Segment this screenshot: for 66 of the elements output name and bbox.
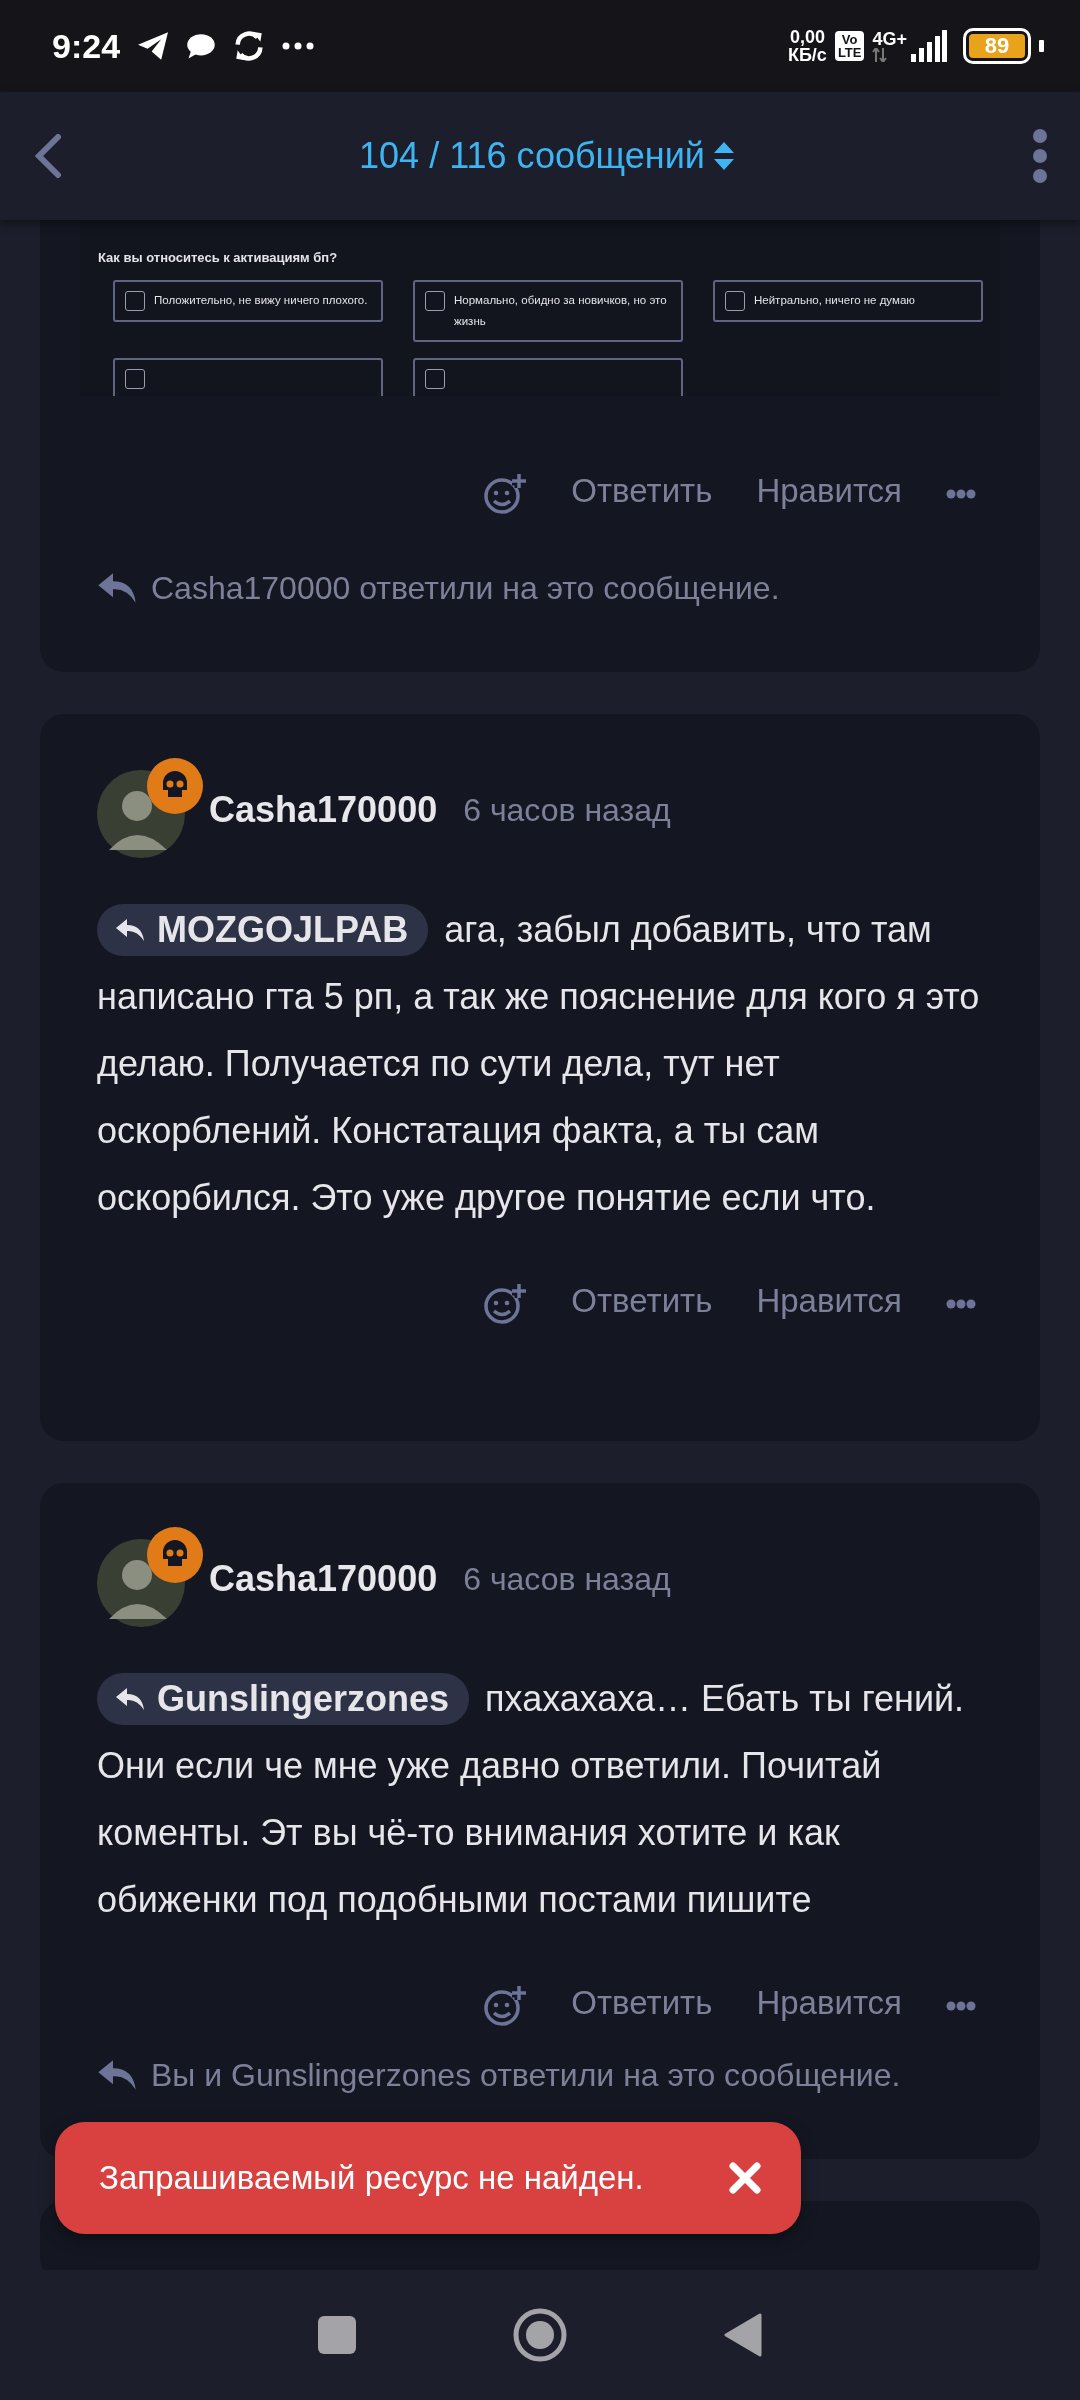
post-time: 6 часов назад [463,791,671,830]
more-dots-icon [946,488,976,499]
page-selector[interactable]: 104 / 116 сообщений [359,129,735,183]
clock-time: 9:24 [52,25,121,67]
poll-option[interactable]: Нейтрально, ничего не думаю [713,279,983,322]
more-dots-icon [946,1298,976,1309]
data-arrows-icon [872,48,889,62]
reply-button[interactable]: Ответить [567,1276,717,1326]
recents-square-icon[interactable] [318,2316,357,2354]
add-emoji-icon[interactable] [483,1983,528,2028]
sort-arrows-icon [712,141,735,171]
like-button[interactable]: Нравится [752,1978,906,2028]
speed-unit: КБ/с [787,46,827,64]
checkbox[interactable] [425,290,445,311]
like-button[interactable]: Нравится [752,466,906,516]
back-chevron-icon [34,134,62,178]
checkbox[interactable] [725,290,745,311]
reply-arrow-icon [97,2059,137,2091]
paper-plane-icon [136,31,171,61]
home-circle-icon[interactable] [513,2308,567,2362]
reply-arrow-icon [97,572,137,604]
quote-link[interactable]: MOZGOJLPAB [97,904,429,956]
skull-badge-icon [147,758,203,814]
network-type: 4G+ [872,30,907,48]
reply-arrow-icon [115,918,145,942]
toast-message: Запрашиваемый ресурс не найден. [99,2158,644,2199]
post-text: Gunslingerzones пхахахаха… Ебать ты гений. Они если че мне уже давно ответили. Почитай коменты. Эт вы чё-то внимания хотите и как обиженки под подобными постами пишите [97,1665,990,1933]
poll-option[interactable]: Нормально, обидно за новичков, но это жизнь [413,279,683,342]
checkbox[interactable] [425,368,445,389]
author-name[interactable]: Casha170000 [209,1552,438,1606]
option-label: Нормально, обидно за новичков, но это жизнь [454,292,668,329]
more-button[interactable] [1032,128,1048,184]
poll-option[interactable]: Положительно, не вижу ничего плохого. [113,279,383,322]
add-emoji-icon[interactable] [483,471,528,516]
reply-arrow-icon [115,1687,145,1711]
option-label: Нейтрально, ничего не думаю [754,292,915,308]
post-time: 6 часов назад [463,1560,671,1599]
battery-level: 89 [969,34,1025,58]
poll-option[interactable] [413,357,683,396]
checkbox[interactable] [125,368,145,389]
chat-bubble-icon [186,32,217,60]
poll-option[interactable] [113,357,383,396]
back-triangle-icon[interactable] [723,2313,762,2357]
network-speed: 0,00 [789,28,825,46]
author-name[interactable]: Casha170000 [209,783,438,837]
like-button[interactable]: Нравится [752,1276,906,1326]
battery-tip-icon [1039,40,1044,52]
skull-badge-icon [147,1527,203,1583]
back-button[interactable] [34,134,62,178]
quote-link[interactable]: Gunslingerzones [97,1673,470,1725]
signal-icon [911,30,947,62]
reply-button[interactable]: Ответить [567,1978,717,2028]
reply-note: Вы и Gunslingerzones ответили на это сообщение. [151,2056,901,2095]
more-dots-icon [282,42,315,50]
vertical-dots-icon [1032,128,1048,184]
post-text: MOZGOJLPAB ага, забыл добавить, что там написано гта 5 рп, а так же пояснение для кого я это делаю. Получается по сути дела, тут нет оскорблений. Констатация факта, а ты сам оскорбился. Это уже другое понятие если что. [97,896,990,1231]
close-icon [729,2162,761,2194]
close-button[interactable] [729,2162,761,2194]
volte-badge: Vo LTE [834,31,865,61]
checkbox[interactable] [125,290,145,311]
reply-button[interactable]: Ответить [567,466,717,516]
reply-note: Casha170000 ответили на это сообщение. [151,569,780,608]
more-dots-icon [946,2000,976,2011]
option-label: Положительно, не вижу ничего плохого. [154,292,368,308]
add-emoji-icon[interactable] [483,1281,528,1326]
poll-question: Как вы относитесь к активациям бп? [98,249,339,267]
